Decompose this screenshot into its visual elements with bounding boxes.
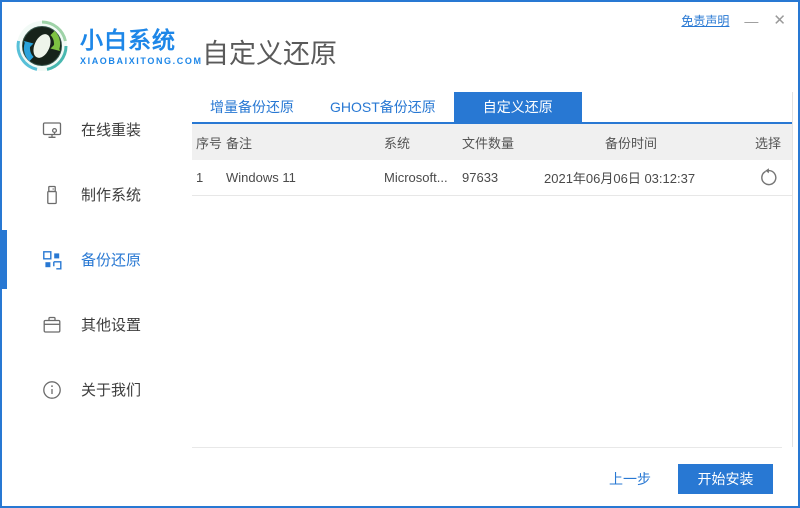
sidebar-item-label: 关于我们 xyxy=(81,382,142,399)
cell-note: Windows 11 xyxy=(226,170,296,185)
col-header-index: 序号 xyxy=(196,135,223,151)
col-header-system: 系统 xyxy=(384,135,411,151)
close-icon[interactable]: ✕ xyxy=(773,13,786,28)
cell-select xyxy=(744,168,792,188)
sidebar-item-make-system[interactable]: 制作系统 xyxy=(4,162,190,227)
restore-history-icon[interactable] xyxy=(758,168,778,188)
app-logo-icon xyxy=(16,20,68,72)
sidebar-item-online-reinstall[interactable]: 在线重装 xyxy=(4,97,190,162)
sidebar-item-other-settings[interactable]: 其他设置 xyxy=(4,292,190,357)
page-title: 自定义还原 xyxy=(202,39,337,69)
footer-actions: 上一步 开始安装 xyxy=(609,464,773,494)
brand-block: 小白系统 XIAOBAIXITONG.COM xyxy=(80,29,203,66)
tab-custom-restore[interactable]: 自定义还原 xyxy=(453,92,582,122)
info-circle-icon xyxy=(42,380,62,400)
sidebar-item-label: 制作系统 xyxy=(81,187,142,204)
sidebar: 在线重装 制作系统 备份还原 其他设置 关于我们 xyxy=(2,97,190,422)
col-header-select: 选择 xyxy=(754,135,781,151)
col-header-file-count: 文件数量 xyxy=(462,135,515,151)
tab-ghost-backup-restore[interactable]: GHOST备份还原 xyxy=(312,92,454,122)
briefcase-icon xyxy=(42,315,62,335)
backup-table: 序号 备注 系统 文件数量 备份时间 选择 1 Windows 11 Micro… xyxy=(192,124,792,196)
disclaimer-link[interactable]: 免责声明 xyxy=(681,12,729,29)
footer-divider xyxy=(192,447,782,448)
sidebar-item-label: 备份还原 xyxy=(81,252,142,269)
titlebar-controls: 免责声明 — ✕ xyxy=(681,12,786,29)
brand-domain: XIAOBAIXITONG.COM xyxy=(80,56,203,66)
app-window: 小白系统 XIAOBAIXITONG.COM 自定义还原 免责声明 — ✕ 在线… xyxy=(0,0,800,508)
cell-index: 1 xyxy=(196,170,204,185)
grid-blocks-icon xyxy=(42,250,62,270)
cell-backup-time: 2021年06月06日 03:12:37 xyxy=(544,171,696,186)
monitor-icon xyxy=(42,120,62,140)
sidebar-item-label: 在线重装 xyxy=(81,122,142,139)
sidebar-item-backup-restore[interactable]: 备份还原 xyxy=(2,227,190,292)
sidebar-item-label: 其他设置 xyxy=(81,317,142,334)
scrollbar-track[interactable] xyxy=(792,92,793,447)
sidebar-item-about-us[interactable]: 关于我们 xyxy=(4,357,190,422)
backup-tabs: 增量备份还原 GHOST备份还原 自定义还原 xyxy=(192,92,792,124)
back-button[interactable]: 上一步 xyxy=(609,469,651,489)
minimize-icon[interactable]: — xyxy=(744,14,758,28)
tab-incremental-backup-restore[interactable]: 增量备份还原 xyxy=(192,92,312,122)
table-row: 1 Windows 11 Microsoft... 97633 2021年06月… xyxy=(192,160,792,196)
active-indicator-bar xyxy=(2,230,7,289)
table-header-row: 序号 备注 系统 文件数量 备份时间 选择 xyxy=(192,124,792,160)
cell-system: Microsoft... xyxy=(384,170,448,185)
usb-drive-icon xyxy=(42,185,62,205)
start-install-button[interactable]: 开始安装 xyxy=(678,464,773,494)
brand-name: 小白系统 xyxy=(80,27,176,53)
col-header-note: 备注 xyxy=(226,135,253,151)
cell-file-count: 97633 xyxy=(462,170,499,185)
col-header-backup-time: 备份时间 xyxy=(604,135,657,151)
